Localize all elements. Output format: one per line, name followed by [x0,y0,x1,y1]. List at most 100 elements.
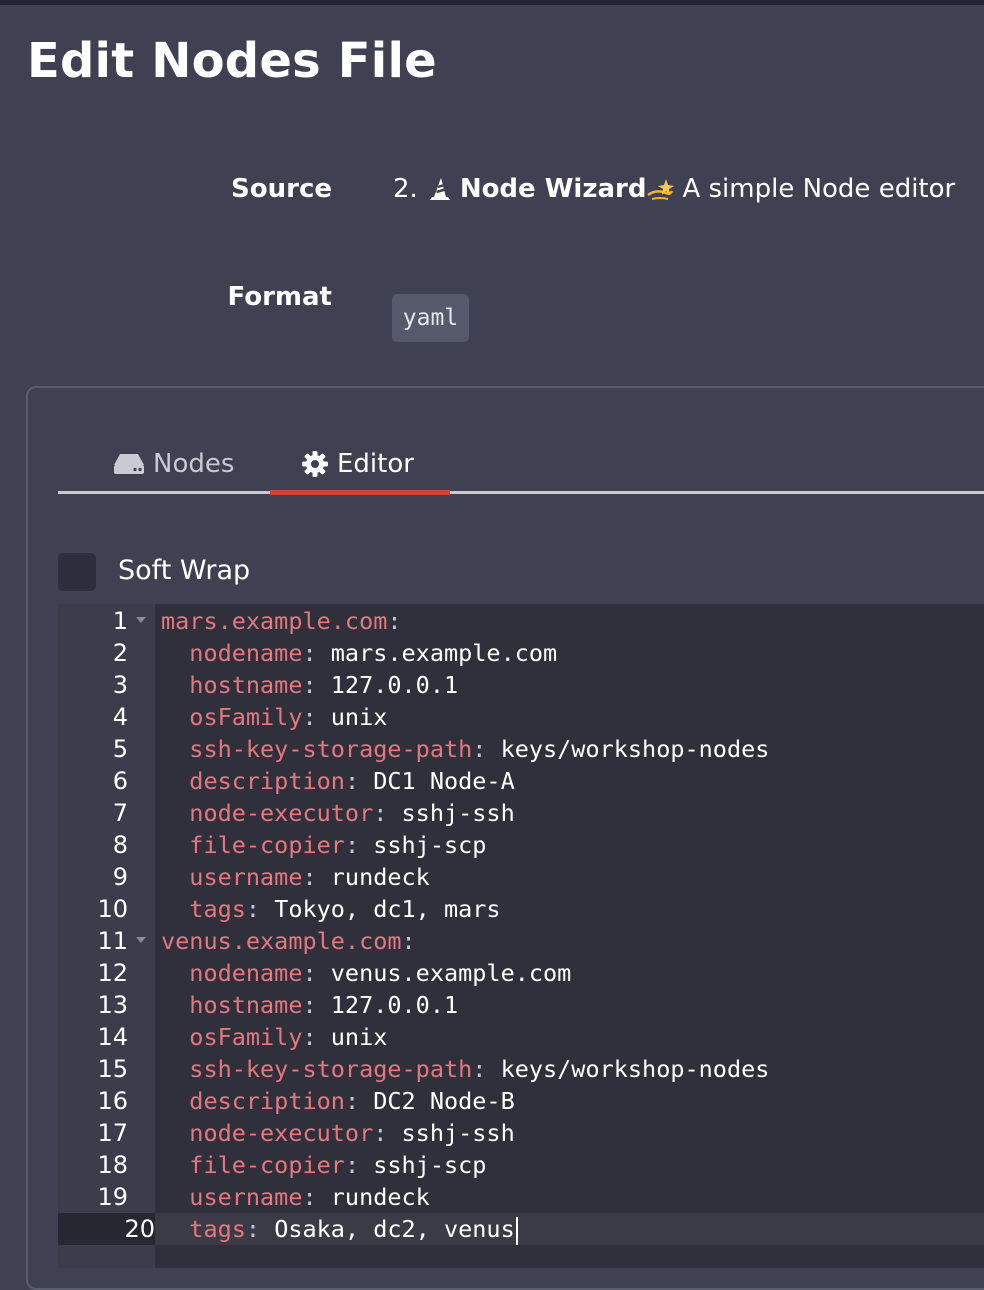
yaml-value: 127.0.0.1 [316,991,459,1019]
code-text: ssh-key-storage-path: keys/workshop-node… [161,1053,769,1085]
line-number: 14 [58,1021,128,1053]
line-number: 13 [58,989,128,1021]
code-line[interactable]: 14 osFamily: unix [58,1021,984,1053]
yaml-value: unix [316,703,388,731]
yaml-value: sshj-scp [359,831,487,859]
line-number-text: 12 [97,959,128,987]
yaml-colon: : [344,1087,360,1115]
yaml-colon: : [344,831,360,859]
yaml-colon: : [344,1151,360,1179]
code-line[interactable]: 6 description: DC1 Node-A [58,765,984,797]
yaml-colon: : [373,799,388,827]
code-line[interactable]: 4 osFamily: unix [58,701,984,733]
code-line[interactable]: 9 username: rundeck [58,861,984,893]
line-number: 1 [58,605,128,637]
code-line[interactable]: 3 hostname: 127.0.0.1 [58,669,984,701]
yaml-value: Osaka, dc2, venus [260,1215,515,1243]
text-cursor [515,1216,518,1245]
code-text: mars.example.com: [161,605,402,637]
tab-editor-label: Editor [337,449,414,479]
line-number-text: 9 [112,863,128,891]
code-text: osFamily: unix [161,1021,387,1053]
code-line[interactable]: 15 ssh-key-storage-path: keys/workshop-n… [58,1053,984,1085]
yaml-colon: : [302,959,317,987]
yaml-colon: : [373,1119,388,1147]
line-number-text: 7 [112,799,128,827]
yaml-key: osFamily [189,1023,303,1051]
yaml-colon: : [401,927,416,955]
line-number: 20 [58,1213,155,1245]
line-number-text: 2 [112,639,128,667]
code-line[interactable]: 11 venus.example.com: [58,925,984,957]
yaml-colon: : [302,863,317,891]
tab-nodes-label: Nodes [153,449,235,479]
code-text: venus.example.com: [161,925,416,957]
soft-wrap-label: Soft Wrap [118,555,251,586]
code-line[interactable]: 12 nodename: venus.example.com [58,957,984,989]
code-text: nodename: venus.example.com [161,957,571,989]
code-editor[interactable]: 1 mars.example.com: 2 nodename: mars.examp… [58,604,984,1268]
line-number: 8 [58,829,128,861]
yaml-key: hostname [189,671,303,699]
yaml-value: Tokyo, dc1, mars [260,895,501,923]
yaml-key: osFamily [189,703,303,731]
yaml-key: tags [189,1215,246,1243]
code-line[interactable]: 16 description: DC2 Node-B [58,1085,984,1117]
code-line[interactable]: 2 nodename: mars.example.com [58,637,984,669]
line-number: 5 [58,733,128,765]
tab-nodes[interactable]: Nodes [113,438,234,490]
code-text: hostname: 127.0.0.1 [161,989,458,1021]
line-number: 4 [58,701,128,733]
yaml-colon: : [472,735,487,763]
wizard-hat-icon [426,175,454,203]
code-line[interactable]: 7 node-executor: sshj-ssh [58,797,984,829]
yaml-key: venus.example.com [161,927,402,955]
source-label: Source [231,174,332,204]
soft-wrap-checkbox[interactable] [58,553,96,591]
yaml-colon: : [387,607,402,635]
code-line[interactable]: 13 hostname: 127.0.0.1 [58,989,984,1021]
yaml-value: unix [316,1023,388,1051]
line-number-text: 15 [97,1055,128,1083]
code-line[interactable]: 1 mars.example.com: [58,605,984,637]
line-number: 3 [58,669,128,701]
line-number-text: 3 [112,671,128,699]
code-line[interactable]: 8 file-copier: sshj-scp [58,829,984,861]
line-number-text: 17 [97,1119,128,1147]
code-line[interactable]: 5 ssh-key-storage-path: keys/workshop-no… [58,733,984,765]
wizard-name: Node Wizard [459,174,647,204]
code-line[interactable]: 18 file-copier: sshj-scp [58,1149,984,1181]
yaml-value: sshj-ssh [387,1119,515,1147]
yaml-value: keys/workshop-nodes [486,1055,770,1083]
code-text: hostname: 127.0.0.1 [161,669,458,701]
yaml-key: nodename [189,959,303,987]
line-number-text: 10 [97,895,128,923]
code-line[interactable]: 10 tags: Tokyo, dc1, mars [58,893,984,925]
line-number-text: 16 [97,1087,128,1115]
code-text: osFamily: unix [161,701,387,733]
line-number: 15 [58,1053,128,1085]
yaml-colon: : [302,991,317,1019]
yaml-colon: : [245,895,261,923]
yaml-value: 127.0.0.1 [316,671,459,699]
code-line[interactable]: 19 username: rundeck [58,1181,984,1213]
yaml-key: node-executor [189,799,374,827]
line-number: 7 [58,797,128,829]
line-number: 2 [58,637,128,669]
line-number-text: 4 [112,703,128,731]
yaml-key: ssh-key-storage-path [189,1055,473,1083]
code-line[interactable]: 20 tags: Osaka, dc2, venus [58,1213,984,1245]
code-text: file-copier: sshj-scp [161,1149,486,1181]
line-number-text: 14 [97,1023,128,1051]
tab-editor[interactable]: Editor [301,438,414,490]
line-number: 11 [58,925,128,957]
format-label: Format [227,282,332,312]
fold-arrow-icon[interactable] [136,937,146,943]
format-badge: yaml [392,294,469,342]
code-line[interactable]: 17 node-executor: sshj-ssh [58,1117,984,1149]
line-number-text: 6 [112,767,128,795]
yaml-colon: : [472,1055,487,1083]
fold-arrow-icon[interactable] [136,617,146,623]
yaml-value: DC1 Node-A [359,767,515,795]
code-text: node-executor: sshj-ssh [161,797,514,829]
